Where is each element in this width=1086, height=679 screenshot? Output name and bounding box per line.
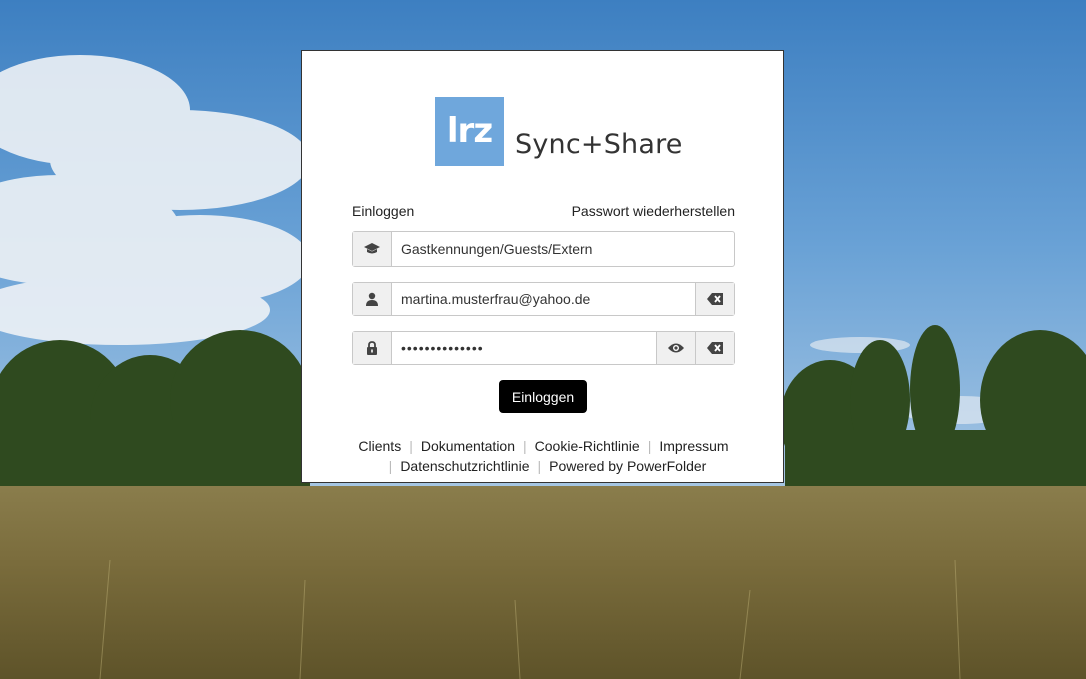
user-icon	[353, 283, 392, 315]
password-field[interactable]	[352, 331, 735, 365]
username-input[interactable]	[401, 283, 691, 315]
clear-username-icon[interactable]	[695, 283, 734, 315]
footer-row-2: | Datenschutzrichtlinie | Powered by PowerF…	[322, 456, 765, 476]
imprint-link[interactable]: Impressum	[659, 438, 728, 454]
eye-icon[interactable]	[656, 332, 695, 364]
graduation-cap-icon	[353, 232, 392, 266]
login-links: Einloggen Passwort wiederherstellen	[352, 203, 735, 223]
separator: |	[523, 438, 527, 454]
account-type-field[interactable]	[352, 231, 735, 267]
cookie-policy-link[interactable]: Cookie-Richtlinie	[535, 438, 640, 454]
privacy-policy-link[interactable]: Datenschutzrichtlinie	[400, 458, 529, 474]
footer-row-1: Clients | Dokumentation | Cookie-Richtlinie |…	[322, 436, 765, 456]
lock-icon	[353, 332, 392, 364]
forgot-password-link[interactable]: Passwort wiederherstellen	[572, 203, 735, 219]
login-card: lrz Sync+Share Einloggen Passwort wieder…	[301, 50, 784, 483]
brand-name: Sync+Share	[515, 129, 683, 160]
lrz-sync-share-logo: lrz Sync+Share	[435, 97, 682, 169]
clients-link[interactable]: Clients	[358, 438, 401, 454]
password-input[interactable]	[401, 332, 653, 364]
login-link[interactable]: Einloggen	[352, 203, 414, 219]
footer-links: Clients | Dokumentation | Cookie-Richtlinie |…	[322, 436, 765, 476]
account-type-select[interactable]	[401, 232, 726, 266]
separator: |	[647, 438, 652, 454]
separator: |	[537, 458, 542, 474]
username-field[interactable]	[352, 282, 735, 316]
documentation-link[interactable]: Dokumentation	[421, 438, 515, 454]
clear-password-icon[interactable]	[695, 332, 734, 364]
login-button[interactable]: Einloggen	[499, 380, 587, 413]
lrz-logo-text: lrz	[446, 111, 493, 151]
separator: |	[388, 458, 393, 474]
separator: |	[409, 438, 413, 454]
powered-by-link[interactable]: Powered by PowerFolder	[549, 458, 706, 474]
